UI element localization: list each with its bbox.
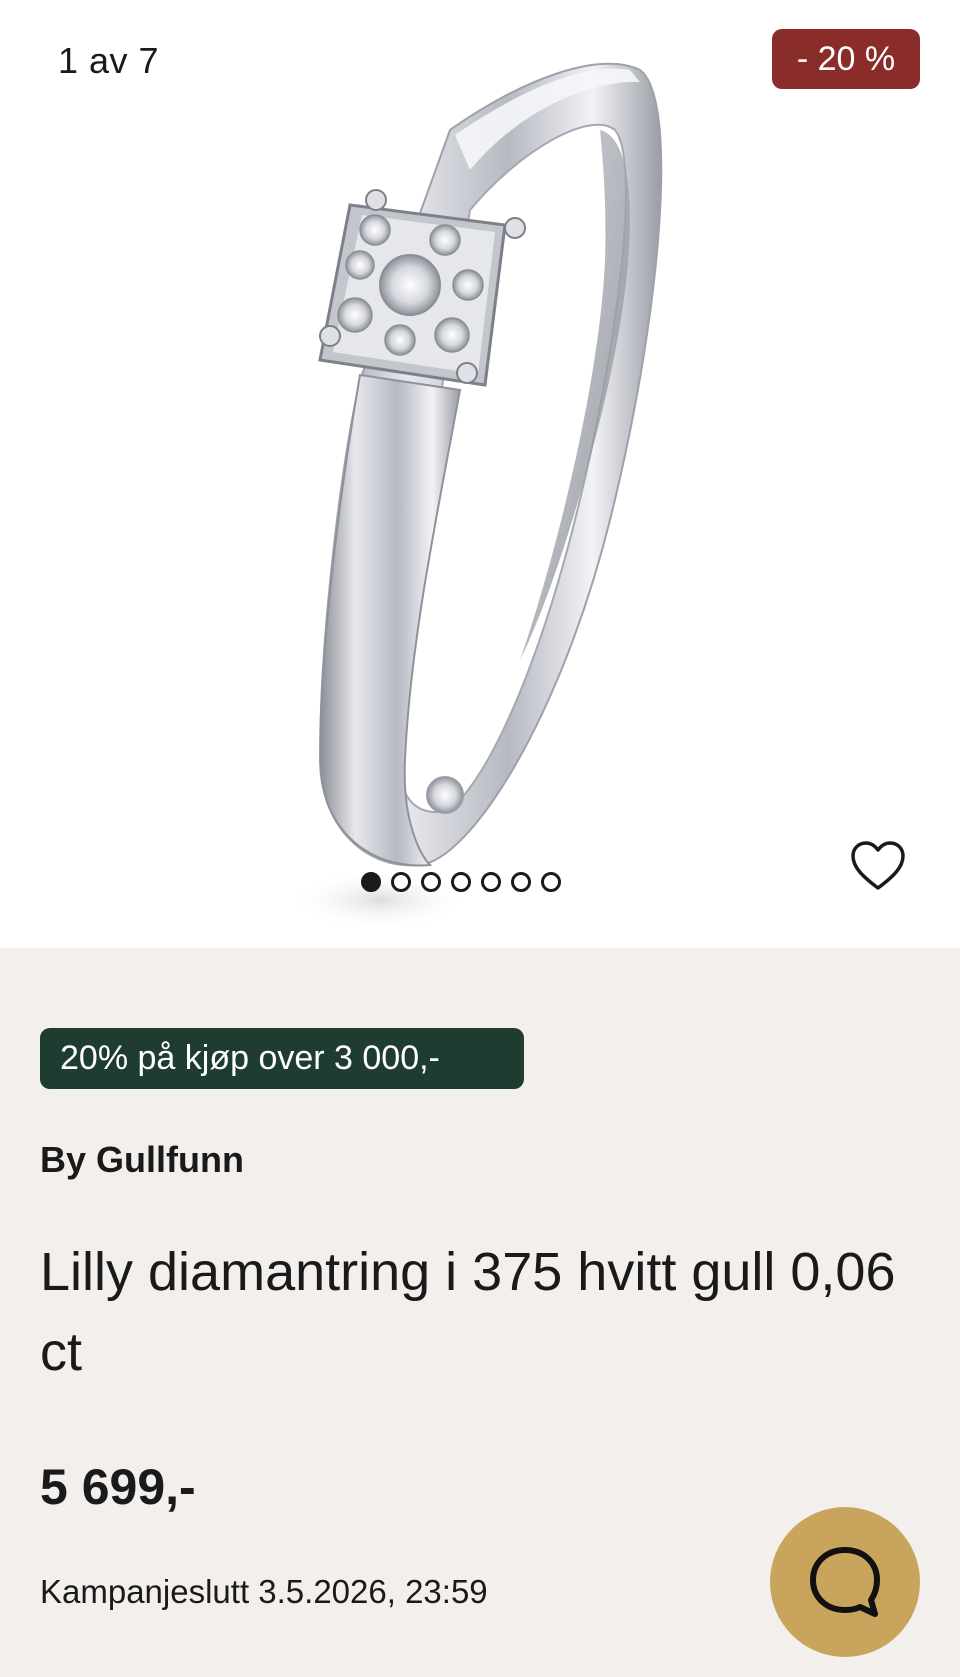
product-title: Lilly diamantring i 375 hvitt gull 0,06 …	[40, 1242, 896, 1382]
image-pagination	[361, 872, 561, 892]
product-image-gallery[interactable]: 1 av 7 - 20 %	[0, 0, 960, 948]
pagination-dot[interactable]	[511, 872, 531, 892]
pagination-dot[interactable]	[421, 872, 441, 892]
promo-label: 20% på kjøp over 3 000,-	[40, 1028, 524, 1089]
pagination-dot[interactable]	[481, 872, 501, 892]
product-image	[290, 62, 663, 930]
product-price: 5 699,-	[40, 1459, 196, 1515]
product-brand[interactable]: By Gullfunn	[40, 1139, 244, 1181]
pagination-dot[interactable]	[391, 872, 411, 892]
pagination-dot[interactable]	[361, 872, 381, 892]
campaign-end-text: Kampanjeslutt 3.5.2026, 23:59	[40, 1573, 488, 1610]
pagination-dot[interactable]	[541, 872, 561, 892]
heart-icon[interactable]	[850, 840, 906, 892]
chat-bubble-icon	[810, 1547, 880, 1617]
pagination-dot[interactable]	[451, 872, 471, 892]
chat-button[interactable]	[770, 1507, 920, 1657]
